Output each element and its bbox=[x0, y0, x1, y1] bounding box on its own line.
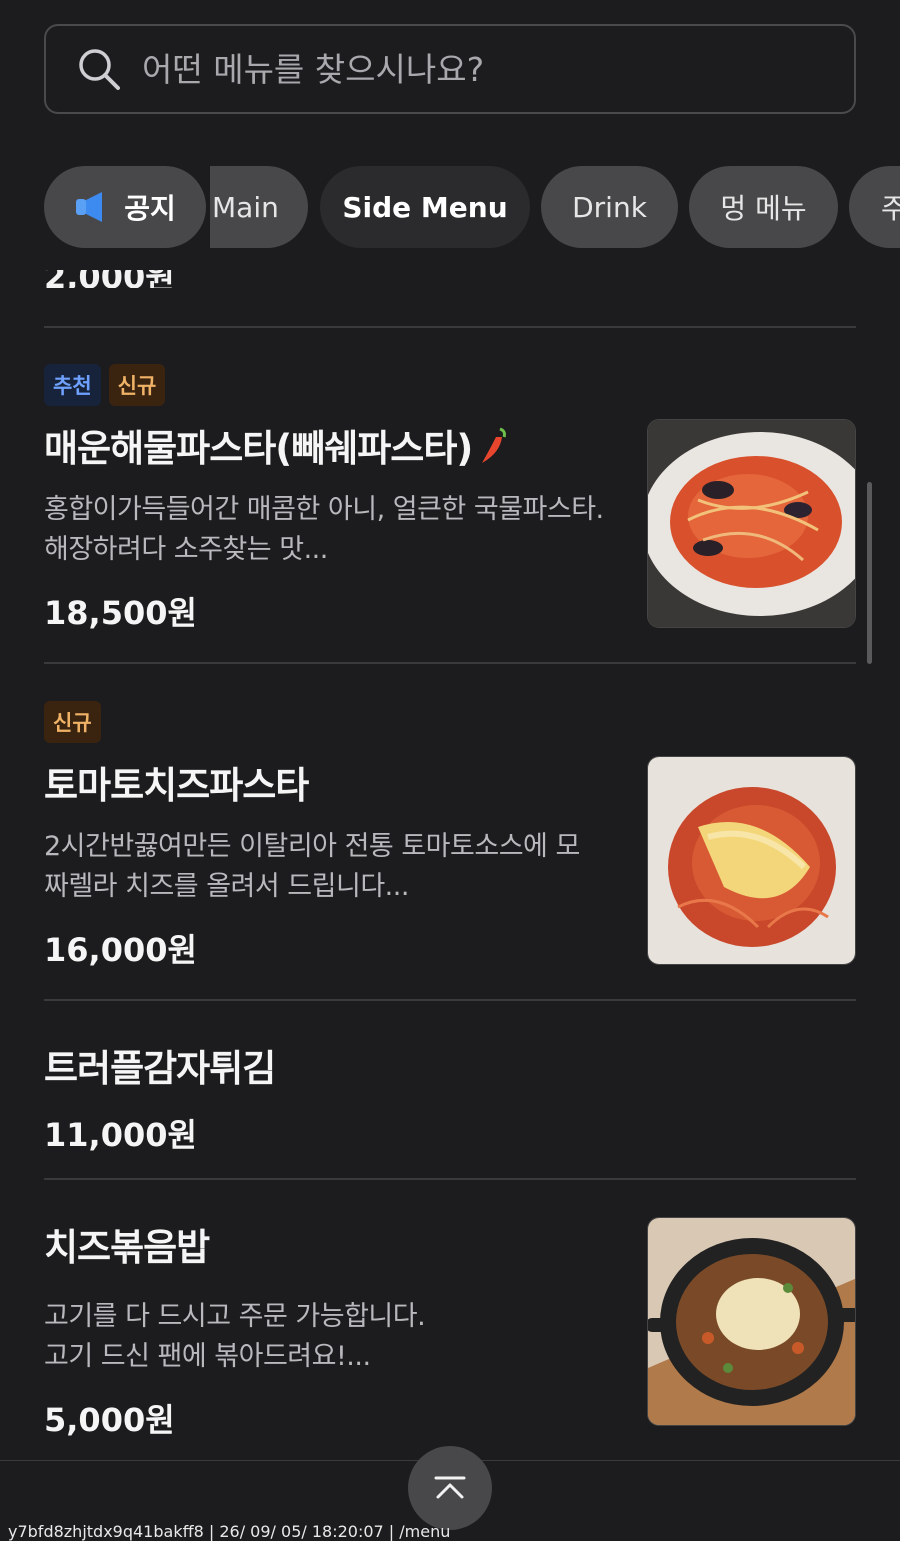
divider bbox=[44, 999, 856, 1001]
tab-more-label: 주 bbox=[881, 192, 900, 225]
menu-item[interactable]: 트러플감자튀김 11,000원 bbox=[44, 1038, 856, 1156]
search-icon bbox=[79, 49, 120, 90]
chili-pepper-icon bbox=[482, 427, 507, 463]
scroll-to-top-button[interactable] bbox=[408, 1446, 492, 1530]
tab-notice[interactable]: 공지 bbox=[44, 166, 206, 248]
menu-item-description-line: 고기 드신 팬에 볶아드려요!... bbox=[44, 1341, 371, 1372]
menu-item-price: 11,000원 bbox=[44, 1116, 197, 1154]
new-badge: 신규 bbox=[44, 701, 101, 743]
divider bbox=[44, 326, 856, 328]
tab-main-label: Main bbox=[212, 190, 279, 224]
badge-group: 추천 신규 bbox=[44, 364, 856, 406]
new-badge: 신규 bbox=[108, 364, 166, 406]
menu-item[interactable]: 추천 신규 매운해물파스타(빼쉐파스타) 홍합이가득들어간 매콤한 아니, 얼큰… bbox=[44, 364, 856, 634]
search-input[interactable] bbox=[142, 49, 782, 89]
menu-item-photo bbox=[647, 419, 856, 628]
menu-item-name: 매운해물파스타(빼쉐파스타) bbox=[44, 427, 473, 470]
menu-item-name: 트러플감자튀김 bbox=[44, 1047, 276, 1090]
menu-item-description-line: 고기를 다 드시고 주문 가능합니다. bbox=[44, 1301, 426, 1332]
menu-item[interactable]: 치즈볶음밥 고기를 다 드시고 주문 가능합니다. 고기 드신 팬에 볶아드려요… bbox=[44, 1217, 856, 1441]
tab-main[interactable]: Main bbox=[206, 166, 308, 248]
tab-meong-menu[interactable]: 멍 메뉴 bbox=[689, 166, 838, 248]
menu-item-description: 2시간반끓여만든 이탈리아 전통 토마토소스에 모짜렐라 치즈를 올려서 드립니… bbox=[44, 831, 580, 902]
badge-group: 신규 bbox=[44, 701, 856, 743]
recommend-badge: 추천 bbox=[44, 364, 101, 406]
menu-item-photo bbox=[647, 1217, 856, 1426]
tab-drink-label: Drink bbox=[572, 190, 647, 224]
menu-item-description: 홍합이가득들어간 매콤한 아니, 얼큰한 국물파스타. 해장하려다 소주찾는 맛… bbox=[44, 494, 604, 565]
scrollbar[interactable] bbox=[867, 482, 872, 664]
tab-meong-menu-label: 멍 메뉴 bbox=[720, 192, 807, 225]
search-bar[interactable] bbox=[44, 24, 856, 114]
megaphone-icon bbox=[76, 192, 103, 222]
tab-more[interactable]: 주 bbox=[849, 166, 900, 248]
divider bbox=[44, 1178, 856, 1180]
tab-notice-label: 공지 bbox=[124, 192, 176, 225]
chevron-up-icon bbox=[434, 1476, 466, 1499]
tab-side-menu[interactable]: Side Menu bbox=[320, 166, 530, 248]
category-tabs: 공지 Main Side Menu Drink 멍 메뉴 주 bbox=[44, 166, 900, 248]
menu-item-description: 고기를 다 드시고 주문 가능합니다. 고기 드신 팬에 볶아드려요!... bbox=[44, 1297, 604, 1377]
menu-item[interactable]: 신규 토마토치즈파스타 2시간반끓여만든 이탈리아 전통 토마토소스에 모짜렐라… bbox=[44, 701, 856, 971]
session-info: y7bfd8zhjtdx9q41bakff8 | 26/ 09/ 05/ 18:… bbox=[8, 1522, 451, 1541]
previous-item-price: 2,000원 bbox=[44, 258, 175, 288]
tab-drink[interactable]: Drink bbox=[541, 166, 678, 248]
menu-page: 공지 Main Side Menu Drink 멍 메뉴 주 2,000원 추천… bbox=[0, 0, 900, 1541]
tab-side-menu-label: Side Menu bbox=[342, 190, 508, 224]
menu-item-photo bbox=[647, 756, 856, 965]
divider bbox=[44, 662, 856, 664]
